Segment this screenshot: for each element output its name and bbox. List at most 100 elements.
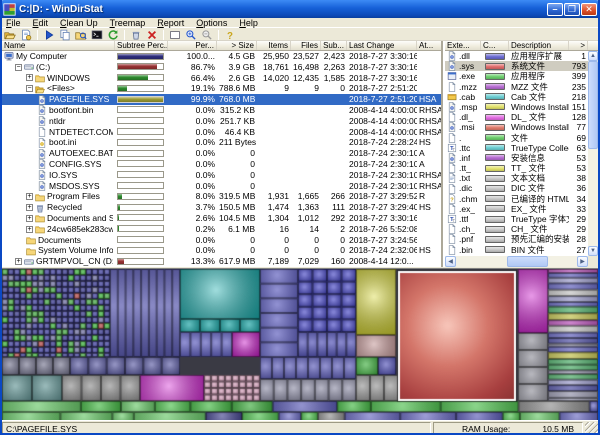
tree-row[interactable]: CONFIG.SYS0.0%02018-7-24 2:30:10A bbox=[2, 159, 441, 170]
command-prompt-button[interactable] bbox=[89, 29, 105, 41]
ext-row[interactable]: .exe应用程序399 bbox=[445, 71, 598, 81]
scroll-right-icon[interactable]: ▶ bbox=[577, 256, 588, 267]
menu-treemap[interactable]: Treemap bbox=[104, 18, 152, 27]
vertical-scroll-thumb[interactable] bbox=[588, 61, 598, 149]
ext-row[interactable]: .ch_CH_ 文件29 bbox=[445, 224, 598, 234]
ext-row[interactable]: .dl_DL_ 文件128 bbox=[445, 112, 598, 122]
tree-row[interactable]: +WINDOWS66.4%2.6 GB14,02012,4351,5852018… bbox=[2, 73, 441, 84]
tree-row[interactable]: −(C:)86.7%3.9 GB18,76116,4982,2632018-7-… bbox=[2, 62, 441, 73]
tree-row[interactable]: bootfont.bin0.0%315.2 KB2008-4-14 4:00:0… bbox=[2, 105, 441, 116]
tree-row[interactable]: Documents0.0%00002018-7-27 3:24:56 bbox=[2, 235, 441, 246]
tree-header-pct[interactable]: Per... bbox=[168, 41, 217, 50]
ext-row[interactable]: .mzzMZZ 文件235 bbox=[445, 82, 598, 92]
tree-header-attrs[interactable]: At... bbox=[417, 41, 443, 50]
zoom-in-button[interactable] bbox=[183, 29, 199, 41]
menu-options[interactable]: Options bbox=[190, 18, 233, 27]
collapse-icon[interactable]: − bbox=[26, 85, 33, 92]
scroll-up-icon[interactable]: ▲ bbox=[588, 51, 598, 61]
minimize-button[interactable]: – bbox=[547, 3, 563, 16]
ext-row[interactable]: .ttcTrueType Collection 字...63 bbox=[445, 143, 598, 153]
ext-row[interactable]: .ex_EX_ 文件33 bbox=[445, 204, 598, 214]
ext-row[interactable]: .binBIN 文件27 bbox=[445, 245, 598, 255]
copy-path-button[interactable] bbox=[57, 29, 73, 41]
ext-row[interactable]: .tt_TT_ 文件53 bbox=[445, 163, 598, 173]
title-bar[interactable]: C:|D: - WinDirStat – ❐ ✕ bbox=[0, 0, 600, 18]
tree-row[interactable]: +24cw685ek283cwf3b6...0.2%6.1 MB16142201… bbox=[2, 224, 441, 235]
ext-row[interactable]: .txt文本文档38 bbox=[445, 173, 598, 183]
collapse-icon[interactable]: − bbox=[15, 64, 22, 71]
resize-grip[interactable] bbox=[585, 422, 598, 434]
ext-row[interactable]: .msiWindows Installer 软件包77 bbox=[445, 122, 598, 132]
explorer-here-button[interactable] bbox=[73, 29, 89, 41]
subtree-percentage-bar bbox=[115, 94, 168, 105]
expand-icon[interactable]: + bbox=[26, 74, 33, 81]
tree-header-items[interactable]: Items bbox=[257, 41, 291, 50]
ext-header-ext[interactable]: Exte... bbox=[445, 41, 481, 50]
ext-header-color[interactable]: C... bbox=[481, 41, 509, 50]
tree-row[interactable]: NTDETECT.COM0.0%46.4 KB2008-4-14 4:00:00… bbox=[2, 127, 441, 138]
horizontal-scroll-thumb[interactable] bbox=[507, 256, 548, 267]
scroll-down-icon[interactable]: ▼ bbox=[588, 246, 598, 256]
tree-header-bar[interactable]: Subtree Perc... bbox=[115, 41, 168, 50]
ext-row[interactable]: .inf安装信息53 bbox=[445, 153, 598, 163]
menu-report[interactable]: Report bbox=[151, 18, 190, 27]
tree-header-subdirs[interactable]: Sub... bbox=[321, 41, 347, 50]
close-button[interactable]: ✕ bbox=[581, 3, 597, 16]
menu-help[interactable]: Help bbox=[233, 18, 264, 27]
tree-row[interactable]: +Recycled3.7%150.5 MB1,4741,3631112018-7… bbox=[2, 202, 441, 213]
maximize-button[interactable]: ❐ bbox=[564, 3, 580, 16]
show-treemap-button[interactable] bbox=[167, 29, 183, 41]
ext-row[interactable]: .mspWindows Installer 修补程序151 bbox=[445, 102, 598, 112]
tree-row[interactable]: boot.ini0.0%211 Bytes2018-7-24 2:28:24HS bbox=[2, 137, 441, 148]
ext-label: .msp bbox=[459, 102, 477, 112]
menu-edit[interactable]: Edit bbox=[27, 18, 55, 27]
scroll-left-icon[interactable]: ◀ bbox=[445, 256, 456, 267]
refresh-selected-button[interactable] bbox=[105, 29, 121, 41]
menu-file[interactable]: File bbox=[0, 18, 27, 27]
tree-header-size[interactable]: > Size bbox=[217, 41, 257, 50]
tree-row[interactable]: +Program Files8.0%319.5 MB1,9311,6652662… bbox=[2, 191, 441, 202]
delete-to-bin-button[interactable] bbox=[128, 29, 144, 41]
expand-icon[interactable]: + bbox=[26, 215, 33, 222]
open-button[interactable] bbox=[2, 29, 18, 41]
ext-header-desc[interactable]: Description bbox=[509, 41, 569, 50]
tree-row[interactable]: MSDOS.SYS0.0%02018-7-24 2:30:10RHSA bbox=[2, 181, 441, 192]
refresh-all-button[interactable] bbox=[18, 29, 34, 41]
ext-row[interactable]: .chm已编译的 HTML 帮助文件34 bbox=[445, 194, 598, 204]
zoom-out-button[interactable] bbox=[199, 29, 215, 41]
ext-row[interactable]: .pnf预先汇编的安装信息28 bbox=[445, 234, 598, 244]
tree-row[interactable]: System Volume Info...0.0%00002018-7-24 2… bbox=[2, 245, 441, 256]
treemap-view[interactable] bbox=[2, 268, 598, 420]
extension-horizontal-scrollbar[interactable]: ◀ ▶ bbox=[445, 256, 588, 267]
tree-row[interactable]: PAGEFILE.SYS99.9%768.0 MB2018-7-27 2:51:… bbox=[2, 94, 441, 105]
tree-row[interactable]: +GRTMPVOL_CN (D:)13.3%617.9 MB7,1897,029… bbox=[2, 256, 441, 267]
tree-header-files[interactable]: Files bbox=[291, 41, 321, 50]
tree-row[interactable]: AUTOEXEC.BAT0.0%02018-7-24 2:30:10A bbox=[2, 148, 441, 159]
ext-row[interactable]: .sys系统文件793 bbox=[445, 61, 598, 71]
extension-vertical-scrollbar[interactable]: ▲ ▼ bbox=[588, 51, 598, 256]
tree-row[interactable]: +Documents and Sett...2.6%104.5 MB1,3041… bbox=[2, 213, 441, 224]
folder-open-icon bbox=[35, 84, 45, 94]
tree-cell-pct: 0.0% bbox=[168, 116, 217, 127]
delete-button[interactable] bbox=[144, 29, 160, 41]
ext-row[interactable]: .dll应用程序扩展1 bbox=[445, 51, 598, 61]
help-button[interactable] bbox=[222, 29, 238, 41]
tree-row[interactable]: ntldr0.0%251.7 KB2008-4-14 4:00:00RHSA bbox=[2, 116, 441, 127]
ext-row[interactable]: .cabCab 文件218 bbox=[445, 92, 598, 102]
expand-icon[interactable]: + bbox=[26, 193, 33, 200]
ext-row[interactable]: .ttfTrueType 字体文件29 bbox=[445, 214, 598, 224]
ext-row[interactable]: .文件69 bbox=[445, 133, 598, 143]
tree-header-last_change[interactable]: Last Change bbox=[347, 41, 417, 50]
tree-header-name[interactable]: Name bbox=[2, 41, 115, 50]
tree-row[interactable]: −<Files>19.1%788.6 MB9902018-7-27 2:51:2… bbox=[2, 83, 441, 94]
ext-header-count[interactable]: > bbox=[569, 41, 588, 50]
expand-icon[interactable]: + bbox=[15, 258, 22, 265]
ext-row[interactable]: .dicDIC 文件36 bbox=[445, 183, 598, 193]
expand-icon[interactable]: + bbox=[26, 226, 33, 233]
tree-row[interactable]: IO.SYS0.0%02018-7-24 2:30:10RHSA bbox=[2, 170, 441, 181]
run-button[interactable] bbox=[41, 29, 57, 41]
menu-clean-up[interactable]: Clean Up bbox=[54, 18, 104, 27]
expand-icon[interactable]: + bbox=[26, 204, 33, 211]
treemap-canvas[interactable] bbox=[2, 269, 598, 420]
tree-row[interactable]: My Computer100.0...4.5 GB25,95023,5272,4… bbox=[2, 51, 441, 62]
